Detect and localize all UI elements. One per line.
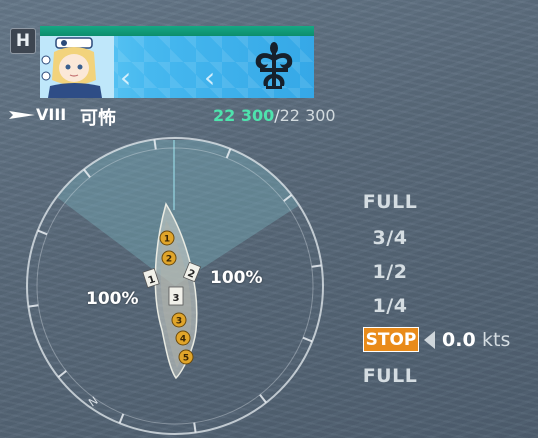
main-turret-4: 4	[175, 330, 191, 346]
main-turret-1: 1	[159, 230, 175, 246]
throttle-full-ahead: FULL	[362, 191, 418, 213]
speed-value: 0.0	[442, 329, 476, 351]
compass-tick	[193, 422, 197, 433]
compass-tick	[28, 304, 39, 308]
svg-text:3: 3	[173, 293, 180, 304]
speed-unit: kts	[482, 329, 511, 351]
rear-turret-marker: 3	[168, 286, 184, 306]
throttle-full-astern: FULL	[362, 365, 418, 387]
rudder-right-percent: 100%	[210, 268, 263, 288]
throttle-half: 1/2	[372, 261, 408, 283]
main-turret-2: 2	[161, 250, 177, 266]
compass-tick	[259, 394, 267, 404]
speed-pointer-icon	[424, 331, 435, 349]
throttle-three-quarter: 3/4	[372, 227, 408, 249]
ship-status-display: N 1 2 3 12345	[26, 137, 324, 435]
main-turret-5: 5	[178, 349, 194, 365]
compass-tick	[57, 370, 67, 378]
compass-tick	[37, 229, 48, 236]
rudder-left-percent: 100%	[86, 289, 139, 309]
main-turret-3: 3	[171, 312, 187, 328]
compass-tick	[302, 336, 313, 343]
main-turret-label: 1	[164, 235, 170, 245]
main-turret-label: 3	[176, 317, 182, 327]
compass-tick	[118, 413, 125, 424]
throttle-quarter: 1/4	[372, 295, 408, 317]
compass-tick	[153, 139, 157, 150]
throttle-stop-selected: STOP	[363, 327, 419, 352]
main-turret-label: 4	[180, 335, 186, 345]
main-turret-label: 2	[166, 255, 172, 265]
main-turret-label: 5	[183, 354, 189, 364]
compass-tick	[311, 264, 322, 268]
